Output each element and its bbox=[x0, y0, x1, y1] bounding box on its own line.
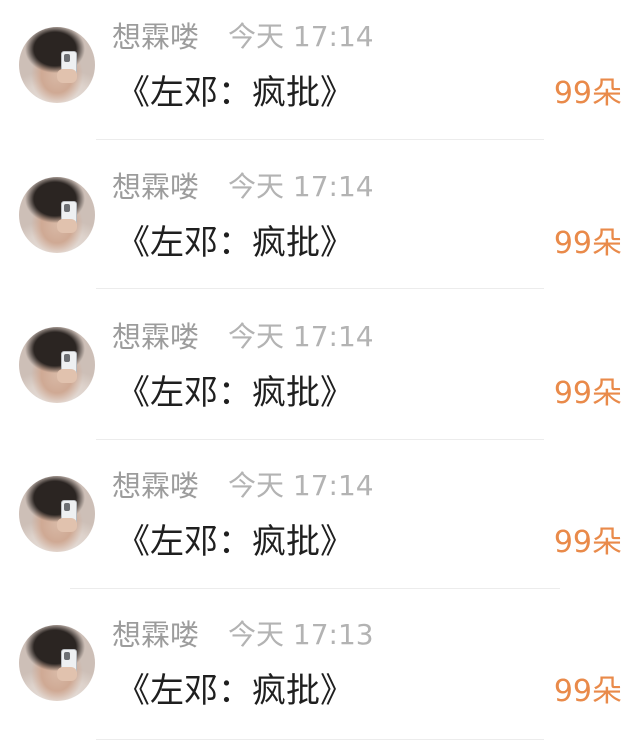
avatar[interactable] bbox=[19, 625, 95, 701]
timestamp: 今天 17:13 bbox=[228, 618, 374, 651]
gift-count: 99朵 bbox=[553, 76, 622, 111]
avatar[interactable] bbox=[19, 327, 95, 403]
gift-count: 99朵 bbox=[553, 226, 622, 261]
timestamp: 今天 17:14 bbox=[228, 170, 374, 203]
list-item[interactable]: 想霖喽 今天 17:14 《左邓：疯批》 99朵 bbox=[0, 0, 640, 150]
avatar[interactable] bbox=[19, 476, 95, 552]
user-name[interactable]: 想霖喽 bbox=[112, 168, 199, 206]
divider bbox=[96, 439, 544, 440]
timestamp: 今天 17:14 bbox=[228, 469, 374, 502]
message-text: 《左邓：疯批》 bbox=[116, 223, 354, 263]
list-item[interactable]: 想霖喽 今天 17:14 《左邓：疯批》 99朵 bbox=[0, 150, 640, 300]
message-text: 《左邓：疯批》 bbox=[116, 671, 354, 711]
list-item[interactable]: 想霖喽 今天 17:13 《左邓：疯批》 99朵 bbox=[0, 598, 640, 748]
user-name[interactable]: 想霖喽 bbox=[112, 318, 199, 356]
timestamp: 今天 17:14 bbox=[228, 20, 374, 53]
message-text: 《左邓：疯批》 bbox=[116, 522, 354, 562]
gift-count: 99朵 bbox=[553, 674, 622, 709]
divider bbox=[70, 588, 560, 589]
user-name[interactable]: 想霖喽 bbox=[112, 18, 199, 56]
timestamp: 今天 17:14 bbox=[228, 320, 374, 353]
divider bbox=[96, 288, 544, 289]
message-text: 《左邓：疯批》 bbox=[116, 73, 354, 113]
gift-count: 99朵 bbox=[553, 525, 622, 560]
gift-count: 99朵 bbox=[553, 376, 622, 411]
list-item[interactable]: 想霖喽 今天 17:14 《左邓：疯批》 99朵 bbox=[0, 300, 640, 450]
avatar[interactable] bbox=[19, 177, 95, 253]
avatar[interactable] bbox=[19, 27, 95, 103]
message-text: 《左邓：疯批》 bbox=[116, 373, 354, 413]
divider bbox=[96, 139, 544, 140]
user-name[interactable]: 想霖喽 bbox=[112, 616, 199, 654]
list-item[interactable]: 想霖喽 今天 17:14 《左邓：疯批》 99朵 bbox=[0, 449, 640, 599]
user-name[interactable]: 想霖喽 bbox=[112, 467, 199, 505]
message-feed: 想霖喽 今天 17:14 《左邓：疯批》 99朵 想霖喽 今天 17:14 《左… bbox=[0, 0, 640, 740]
